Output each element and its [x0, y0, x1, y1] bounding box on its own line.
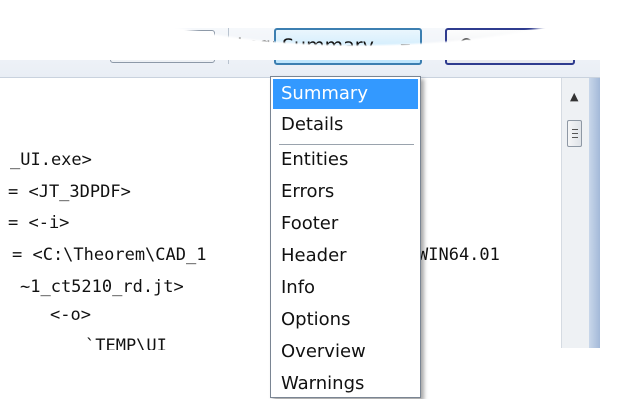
log-line: _UI.exe>: [10, 150, 92, 170]
scroll-up-icon[interactable]: ▲: [570, 90, 578, 103]
log-line: = <-i>: [8, 213, 70, 233]
grip-line: [572, 129, 578, 130]
menu-item-entities[interactable]: Entities: [273, 145, 418, 175]
options-button[interactable]: Option:: [445, 28, 575, 65]
log-combo[interactable]: Summary ▼: [274, 28, 422, 65]
profile-combo[interactable]: ▼: [110, 30, 215, 63]
log-combo-value: Summary: [282, 35, 374, 57]
log-dropdown-menu: Summary Details Entities Errors Footer H…: [270, 76, 421, 398]
grip-line: [572, 137, 578, 138]
menu-item-summary[interactable]: Summary: [273, 79, 418, 109]
vertical-scrollbar[interactable]: ▲: [561, 78, 590, 348]
menu-item-info[interactable]: Info: [273, 273, 418, 303]
menu-item-overview[interactable]: Overview: [273, 337, 418, 367]
log-line: <-o>: [50, 305, 91, 325]
scroll-thumb[interactable]: [567, 120, 582, 147]
chevron-down-icon: ▼: [400, 41, 410, 55]
menu-item-options[interactable]: Options: [273, 305, 418, 335]
menu-item-details[interactable]: Details: [273, 110, 418, 140]
options-button-label: Option:: [459, 35, 529, 57]
toolbar-separator: [228, 28, 229, 64]
vignette: [0, 0, 633, 28]
log-line: = <JT_3DPDF>: [8, 182, 131, 202]
menu-item-footer[interactable]: Footer: [273, 209, 418, 239]
log-line: WIN64.01: [418, 245, 500, 265]
vignette: [600, 40, 633, 370]
log-line: ~1_ct5210_rd.jt>: [20, 277, 184, 297]
log-line: = <C:\Theorem\CAD_1: [12, 245, 207, 265]
menu-item-errors[interactable]: Errors: [273, 177, 418, 207]
chevron-down-icon: ▼: [194, 42, 204, 56]
menu-item-warnings[interactable]: Warnings: [273, 369, 418, 399]
log-label: Log:: [237, 34, 278, 56]
grip-line: [572, 133, 578, 134]
menu-item-header[interactable]: Header: [273, 241, 418, 271]
